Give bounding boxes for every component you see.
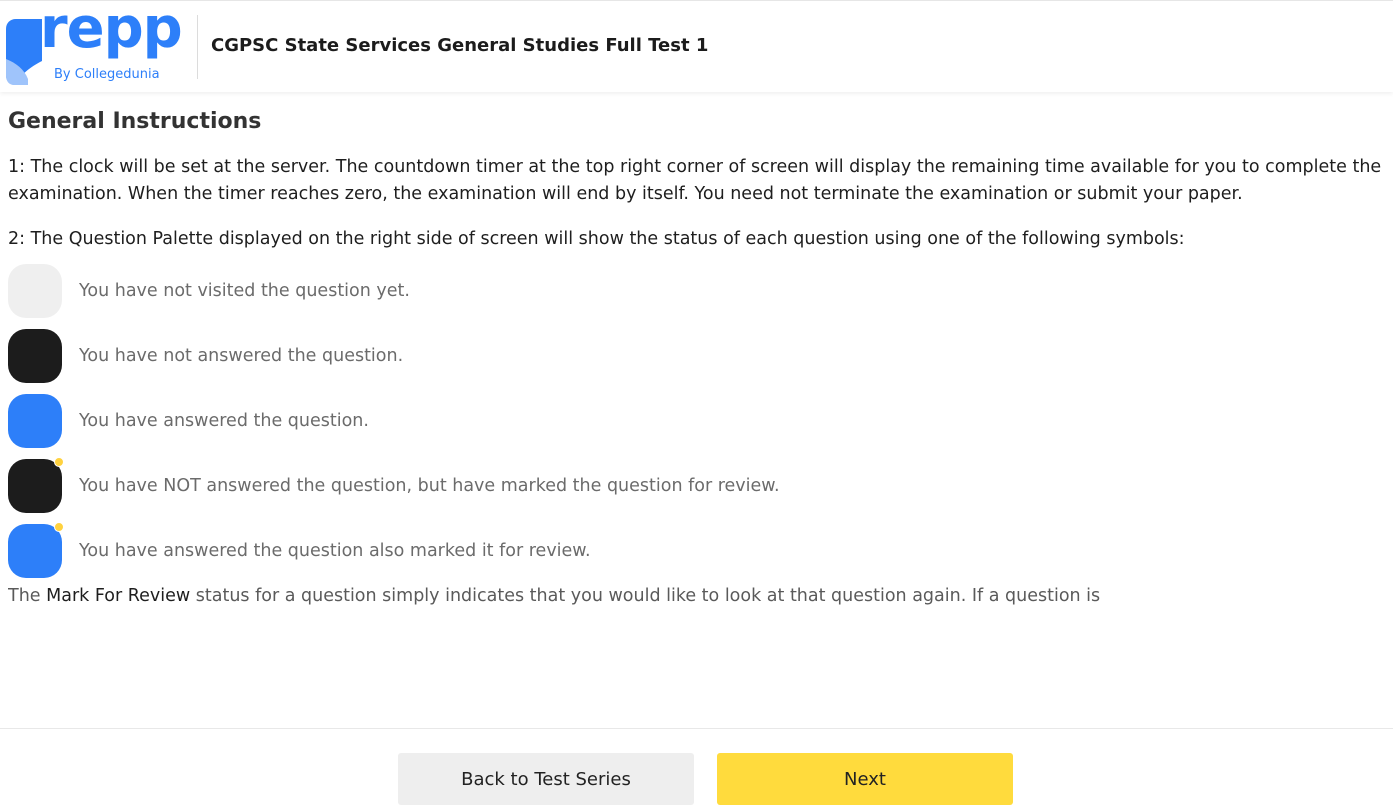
note-strong: Mark For Review <box>46 586 191 606</box>
back-to-test-series-button[interactable]: Back to Test Series <box>398 753 694 805</box>
palette-legend: You have not visited the question yet. Y… <box>8 258 1383 583</box>
legend-row: You have not visited the question yet. <box>8 258 1383 323</box>
header-divider <box>197 15 198 79</box>
review-dot-icon <box>54 521 64 532</box>
legend-text: You have NOT answered the question, but … <box>79 475 780 496</box>
legend-text: You have answered the question also mark… <box>79 540 591 561</box>
answered-marked-icon <box>8 521 64 578</box>
legend-text: You have not visited the question yet. <box>79 280 410 301</box>
legend-row: You have not answered the question. <box>8 323 1383 388</box>
answered-icon <box>8 393 62 448</box>
instruction-2: 2: The Question Palette displayed on the… <box>8 229 1185 249</box>
test-title: CGPSC State Services General Studies Ful… <box>211 35 709 56</box>
logo-wordmark: repp <box>40 0 183 61</box>
section-title: General Instructions <box>8 109 262 134</box>
footer-bar: Back to Test Series Next <box>0 728 1393 808</box>
instruction-1: 1: The clock will be set at the server. … <box>8 157 1382 204</box>
legend-text: You have answered the question. <box>79 410 369 431</box>
prepp-logo[interactable]: repp By Collegedunia <box>6 0 192 87</box>
legend-row: You have NOT answered the question, but … <box>8 453 1383 518</box>
review-dot-icon <box>54 456 64 467</box>
logo-tagline: By Collegedunia <box>54 67 160 82</box>
top-header: repp By Collegedunia CGPSC State Service… <box>0 0 1393 92</box>
note-prefix: The <box>8 586 47 606</box>
legend-row: You have answered the question. <box>8 388 1383 453</box>
legend-row: You have answered the question also mark… <box>8 518 1383 583</box>
not-answered-marked-icon <box>8 456 64 513</box>
next-button[interactable]: Next <box>717 753 1013 805</box>
mark-for-review-note: The Mark For Review status for a questio… <box>8 583 1383 610</box>
not-answered-icon <box>8 328 62 383</box>
legend-text: You have not answered the question. <box>79 345 404 366</box>
note-rest: status for a question simply indicates t… <box>190 586 1101 606</box>
not-visited-icon <box>8 263 62 318</box>
logo-p-shape-icon <box>6 19 42 85</box>
instructions-content[interactable]: General Instructions 1: The clock will b… <box>8 100 1383 728</box>
